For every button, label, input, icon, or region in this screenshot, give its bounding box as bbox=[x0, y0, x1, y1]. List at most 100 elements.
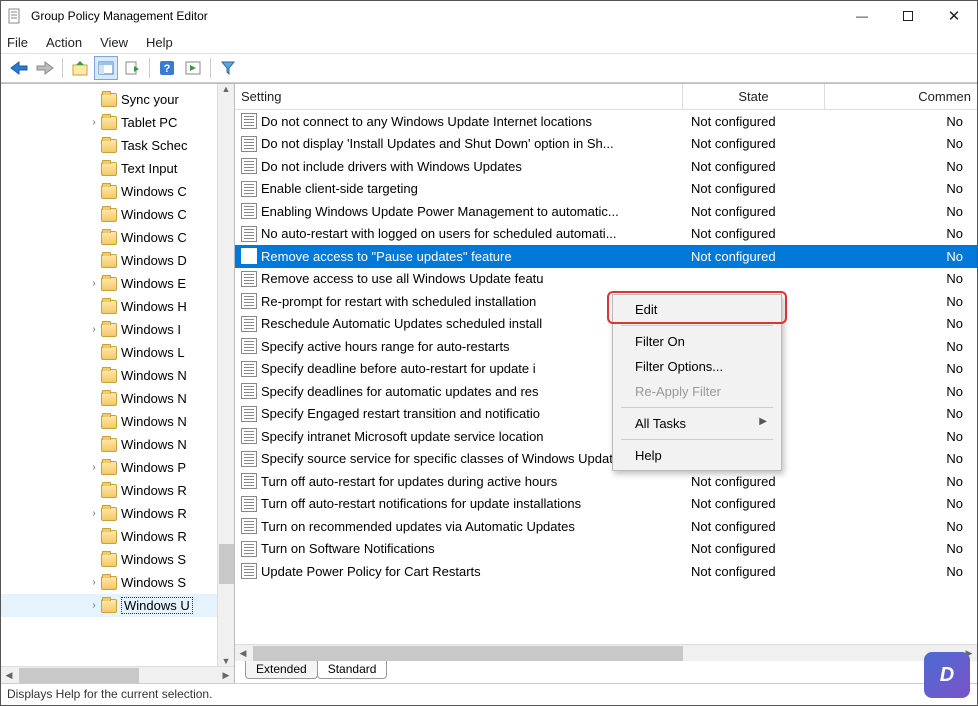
app-window: Group Policy Management Editor — ✕ File … bbox=[0, 0, 978, 706]
tree-item[interactable]: Windows L bbox=[1, 341, 217, 364]
folder-icon bbox=[101, 254, 117, 268]
tree-item[interactable]: Windows C bbox=[1, 203, 217, 226]
watermark-logo: D bbox=[924, 652, 970, 698]
setting-row[interactable]: Do not connect to any Windows Update Int… bbox=[235, 110, 977, 133]
context-menu-help[interactable]: Help bbox=[615, 443, 779, 468]
tree-item[interactable]: ›Windows S bbox=[1, 571, 217, 594]
scrollbar-thumb[interactable] bbox=[219, 544, 234, 584]
folder-icon bbox=[101, 484, 117, 498]
tree-horizontal-scrollbar[interactable]: ◀ ▶ bbox=[1, 666, 234, 683]
tab-extended[interactable]: Extended bbox=[245, 661, 318, 679]
minimize-button[interactable]: — bbox=[839, 1, 885, 31]
settings-list[interactable]: Do not connect to any Windows Update Int… bbox=[235, 110, 977, 644]
setting-row[interactable]: Specify source service for specific clas… bbox=[235, 448, 977, 471]
expander-icon[interactable]: › bbox=[87, 462, 101, 473]
setting-row[interactable]: No auto-restart with logged on users for… bbox=[235, 223, 977, 246]
list-horizontal-scrollbar[interactable]: ◀ ▶ bbox=[235, 644, 977, 661]
context-menu-filter-options[interactable]: Filter Options... bbox=[615, 354, 779, 379]
setting-row[interactable]: Enabling Windows Update Power Management… bbox=[235, 200, 977, 223]
tree-item[interactable]: Windows R bbox=[1, 479, 217, 502]
context-menu-sep bbox=[621, 439, 773, 440]
setting-row[interactable]: Specify Engaged restart transition and n… bbox=[235, 403, 977, 426]
help-button[interactable]: ? bbox=[155, 56, 179, 80]
tree-item[interactable]: ›Windows U bbox=[1, 594, 217, 617]
tree-item[interactable]: Task Schec bbox=[1, 134, 217, 157]
export-button[interactable] bbox=[120, 56, 144, 80]
tree-item[interactable]: ›Tablet PC bbox=[1, 111, 217, 134]
tree-item[interactable]: Windows N bbox=[1, 387, 217, 410]
tree-item-label: Windows N bbox=[121, 414, 187, 429]
expander-icon[interactable]: › bbox=[87, 508, 101, 519]
column-setting-header[interactable]: Setting bbox=[235, 84, 683, 109]
tree-item[interactable]: Windows D bbox=[1, 249, 217, 272]
tree-item[interactable]: Windows C bbox=[1, 180, 217, 203]
expander-icon[interactable]: › bbox=[87, 577, 101, 588]
tree-item[interactable]: ›Windows R bbox=[1, 502, 217, 525]
policy-icon bbox=[241, 383, 257, 399]
tree-pane: Sync your›Tablet PCTask SchecText InputW… bbox=[1, 84, 235, 683]
setting-row[interactable]: Do not include drivers with Windows Upda… bbox=[235, 155, 977, 178]
column-comment-header[interactable]: Commen bbox=[825, 84, 977, 109]
setting-row[interactable]: Turn off auto-restart for updates during… bbox=[235, 470, 977, 493]
expander-icon[interactable]: › bbox=[87, 324, 101, 335]
maximize-button[interactable] bbox=[885, 1, 931, 31]
details-button[interactable] bbox=[181, 56, 205, 80]
context-menu-edit[interactable]: Edit bbox=[615, 297, 779, 322]
setting-row[interactable]: Reschedule Automatic Updates scheduled i… bbox=[235, 313, 977, 336]
setting-row[interactable]: Remove access to use all Windows Update … bbox=[235, 268, 977, 291]
tree-vertical-scrollbar[interactable]: ▲ ▼ bbox=[217, 84, 234, 666]
folder-up-icon bbox=[72, 60, 88, 76]
export-icon bbox=[124, 60, 140, 76]
up-button[interactable] bbox=[68, 56, 92, 80]
expander-icon[interactable]: › bbox=[87, 117, 101, 128]
setting-row[interactable]: Turn on Software NotificationsNot config… bbox=[235, 538, 977, 561]
expander-icon[interactable]: › bbox=[87, 278, 101, 289]
tab-standard[interactable]: Standard bbox=[317, 661, 388, 679]
context-menu-all-tasks[interactable]: All Tasks▶ bbox=[615, 411, 779, 436]
tree-item[interactable]: Windows N bbox=[1, 410, 217, 433]
setting-row[interactable]: Specify deadline before auto-restart for… bbox=[235, 358, 977, 381]
tree-item[interactable]: Windows C bbox=[1, 226, 217, 249]
close-button[interactable]: ✕ bbox=[931, 1, 977, 31]
setting-comment: No bbox=[827, 339, 977, 354]
tree-item[interactable]: Sync your bbox=[1, 88, 217, 111]
setting-row[interactable]: Enable client-side targetingNot configur… bbox=[235, 178, 977, 201]
tree-item[interactable]: Windows S bbox=[1, 548, 217, 571]
titlebar[interactable]: Group Policy Management Editor — ✕ bbox=[1, 1, 977, 31]
tree-item[interactable]: Text Input bbox=[1, 157, 217, 180]
tree-item[interactable]: Windows R bbox=[1, 525, 217, 548]
expander-icon[interactable]: › bbox=[87, 600, 101, 611]
show-hide-tree-button[interactable] bbox=[94, 56, 118, 80]
filter-button[interactable] bbox=[216, 56, 240, 80]
setting-row[interactable]: Specify deadlines for automatic updates … bbox=[235, 380, 977, 403]
menu-file[interactable]: File bbox=[7, 35, 28, 50]
setting-row[interactable]: Remove access to "Pause updates" feature… bbox=[235, 245, 977, 268]
tree-item[interactable]: ›Windows E bbox=[1, 272, 217, 295]
setting-comment: No bbox=[827, 159, 977, 174]
setting-row[interactable]: Turn on recommended updates via Automati… bbox=[235, 515, 977, 538]
policy-icon bbox=[241, 203, 257, 219]
column-state-header[interactable]: State bbox=[683, 84, 825, 109]
tree-item[interactable]: Windows H bbox=[1, 295, 217, 318]
setting-row[interactable]: Specify active hours range for auto-rest… bbox=[235, 335, 977, 358]
tree-item[interactable]: ›Windows I bbox=[1, 318, 217, 341]
back-button[interactable] bbox=[7, 56, 31, 80]
tree-item[interactable]: Windows N bbox=[1, 364, 217, 387]
folder-icon bbox=[101, 461, 117, 475]
setting-row[interactable]: Update Power Policy for Cart RestartsNot… bbox=[235, 560, 977, 583]
scrollbar-thumb[interactable] bbox=[253, 646, 683, 661]
setting-row[interactable]: Specify intranet Microsoft update servic… bbox=[235, 425, 977, 448]
folder-icon bbox=[101, 599, 117, 613]
menu-view[interactable]: View bbox=[100, 35, 128, 50]
tree-item[interactable]: Windows N bbox=[1, 433, 217, 456]
setting-row[interactable]: Turn off auto-restart notifications for … bbox=[235, 493, 977, 516]
setting-row[interactable]: Do not display 'Install Updates and Shut… bbox=[235, 133, 977, 156]
menu-action[interactable]: Action bbox=[46, 35, 82, 50]
context-menu-filter-on[interactable]: Filter On bbox=[615, 329, 779, 354]
scrollbar-thumb[interactable] bbox=[19, 668, 139, 683]
menu-help[interactable]: Help bbox=[146, 35, 173, 50]
setting-row[interactable]: Re-prompt for restart with scheduled ins… bbox=[235, 290, 977, 313]
forward-button[interactable] bbox=[33, 56, 57, 80]
tree-list[interactable]: Sync your›Tablet PCTask SchecText InputW… bbox=[1, 84, 217, 666]
tree-item[interactable]: ›Windows P bbox=[1, 456, 217, 479]
